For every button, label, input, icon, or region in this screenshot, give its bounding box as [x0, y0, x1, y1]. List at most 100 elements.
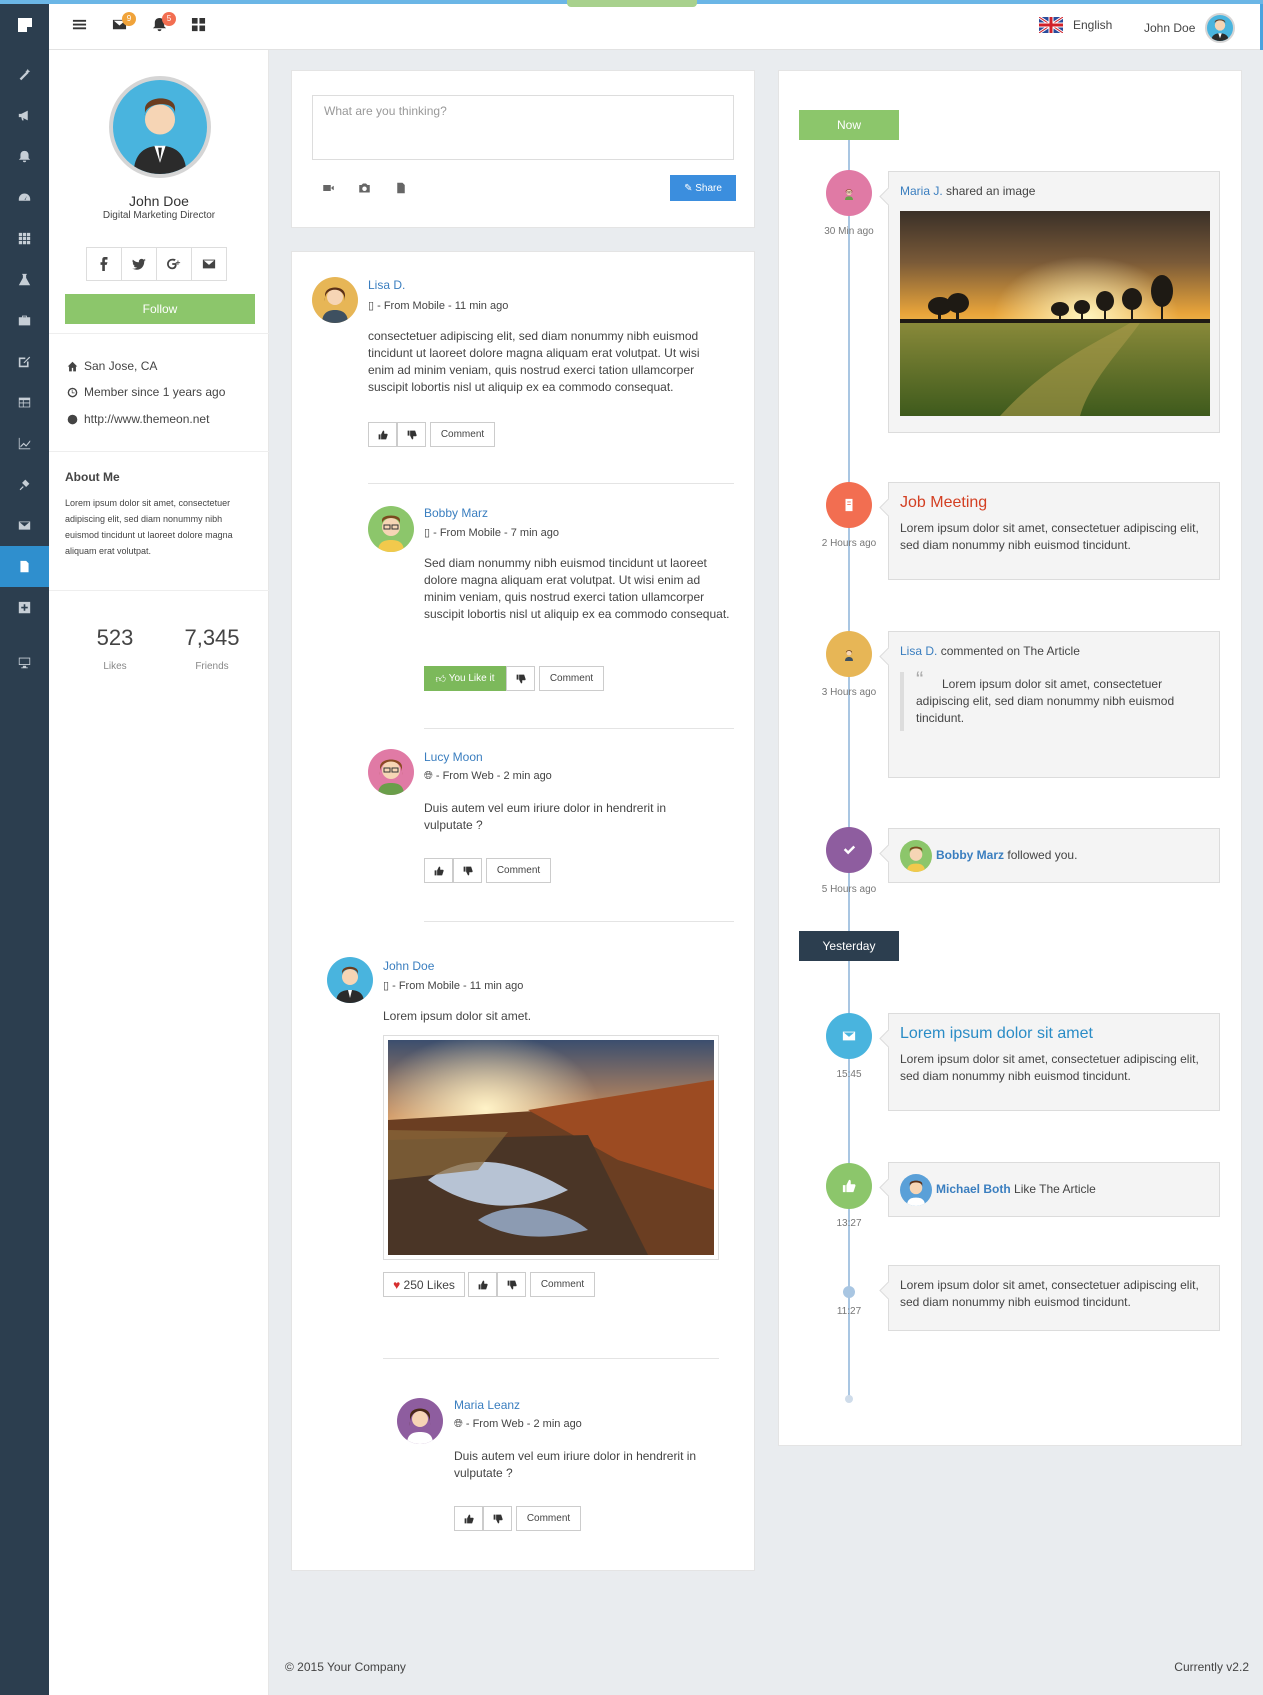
- chart-icon[interactable]: [0, 423, 49, 464]
- header-avatar[interactable]: [1205, 13, 1236, 43]
- flask-icon[interactable]: [0, 259, 49, 300]
- timeline-time: 2 Hours ago: [821, 538, 877, 549]
- timeline-avatar: [826, 170, 872, 216]
- shared-image[interactable]: [900, 211, 1210, 416]
- avatar: [368, 749, 414, 795]
- avatar: [109, 76, 211, 178]
- like-button[interactable]: [454, 1506, 483, 1531]
- email-icon[interactable]: [191, 247, 227, 281]
- post-image[interactable]: [383, 1035, 719, 1260]
- dislike-button[interactable]: [453, 858, 482, 883]
- follow-button[interactable]: Follow: [65, 294, 255, 324]
- grid-icon[interactable]: [0, 218, 49, 259]
- dislike-button[interactable]: [397, 422, 426, 447]
- dislike-button[interactable]: [483, 1506, 512, 1531]
- timeline-time: 13:27: [836, 1218, 862, 1229]
- post-author[interactable]: Bobby Marz: [424, 506, 488, 520]
- post-meta: ▯ - From Mobile - 7 min ago: [424, 527, 560, 539]
- comment-button[interactable]: Comment: [486, 858, 551, 883]
- comment-button[interactable]: Comment: [539, 666, 604, 691]
- dislike-button[interactable]: [497, 1272, 526, 1297]
- mobile-icon: ▯: [383, 980, 393, 992]
- twitter-icon[interactable]: [121, 247, 157, 281]
- post-actions: Comment: [424, 858, 551, 883]
- dashboard-icon[interactable]: [0, 177, 49, 218]
- briefcase-icon[interactable]: [0, 300, 49, 341]
- timeline-quote: “ Lorem ipsum dolor sit amet, consectetu…: [900, 669, 1208, 731]
- timeline-end-dot: [845, 1395, 853, 1403]
- timeline-card-title: Lorem ipsum dolor sit amet: [900, 1025, 1093, 1042]
- apps-grid-icon[interactable]: [191, 17, 209, 35]
- timeline-card-text: Lorem ipsum dolor sit amet, consectetuer…: [900, 1052, 1199, 1083]
- thumbs-down-icon: [407, 430, 417, 439]
- timeline-card-text: Lorem ipsum dolor sit amet, consectetuer…: [900, 521, 1199, 552]
- edit-icon[interactable]: [0, 341, 49, 382]
- thumbs-up-icon: [826, 1163, 872, 1209]
- post-author[interactable]: Lisa D.: [368, 278, 405, 292]
- thumbs-up-icon: [464, 1514, 474, 1523]
- social-links: [86, 247, 227, 281]
- camera-icon[interactable]: [358, 182, 371, 197]
- divider: [424, 728, 734, 729]
- post-author[interactable]: Maria Leanz: [454, 1398, 520, 1412]
- user-menu[interactable]: John Doe: [1144, 13, 1236, 43]
- mail-icon: [826, 1013, 872, 1059]
- bell-icon[interactable]: [0, 136, 49, 177]
- globe-icon: 🌐︎: [454, 1418, 466, 1430]
- plug-icon[interactable]: [0, 464, 49, 505]
- website-info[interactable]: http://www.themeon.net: [67, 412, 209, 426]
- dislike-button[interactable]: [506, 666, 535, 691]
- video-icon[interactable]: [322, 182, 335, 197]
- timeline-card: Lisa D. commented on The Article “ Lorem…: [888, 631, 1220, 778]
- like-button[interactable]: [468, 1272, 497, 1297]
- divider: [368, 483, 734, 484]
- bell-notification-icon[interactable]: 5: [152, 12, 176, 35]
- posts-panel: Lisa D. ▯ - From Mobile - 11 min ago con…: [291, 251, 755, 1571]
- mail-icon[interactable]: [0, 505, 49, 546]
- post-meta: ▯ - From Mobile - 11 min ago: [383, 980, 524, 992]
- google-plus-icon[interactable]: [156, 247, 192, 281]
- language-selector[interactable]: English: [1039, 17, 1112, 33]
- timeline-small-dot: [843, 1286, 855, 1298]
- like-button[interactable]: [424, 858, 453, 883]
- share-button[interactable]: ✎ Share: [670, 175, 736, 201]
- divider: [49, 590, 269, 591]
- post-author[interactable]: Lucy Moon: [424, 750, 483, 764]
- timeline-card-text: Lorem ipsum dolor sit amet, consectetuer…: [900, 1278, 1199, 1309]
- likes-stat: 523 Likes: [96, 625, 134, 672]
- avatar: [327, 957, 373, 1003]
- bullhorn-icon[interactable]: [0, 95, 49, 136]
- timeline-card: Job Meeting Lorem ipsum dolor sit amet, …: [888, 482, 1220, 580]
- comment-button[interactable]: Comment: [430, 422, 495, 447]
- menu-icon[interactable]: [72, 17, 90, 35]
- status-textarea[interactable]: What are you thinking?: [312, 95, 734, 160]
- likes-count-button[interactable]: ♥ 250 Likes: [383, 1272, 465, 1297]
- language-label: English: [1073, 18, 1113, 32]
- avatar: [900, 1173, 932, 1206]
- post-text: Duis autem vel eum iriure dolor in hendr…: [424, 801, 667, 832]
- comment-button[interactable]: Comment: [530, 1272, 595, 1297]
- timeline-card: Lorem ipsum dolor sit amet, consectetuer…: [888, 1265, 1220, 1331]
- comment-button[interactable]: Comment: [516, 1506, 581, 1531]
- document-icon: [826, 482, 872, 528]
- logo-icon[interactable]: [0, 0, 49, 50]
- home-icon: [67, 361, 78, 371]
- post-meta: ▯ - From Mobile - 11 min ago: [368, 300, 509, 312]
- timeline-card-title: Job Meeting: [900, 494, 988, 511]
- now-label: Now: [799, 110, 899, 140]
- like-button[interactable]: [368, 422, 397, 447]
- plus-square-icon[interactable]: [0, 587, 49, 628]
- post-author[interactable]: John Doe: [383, 959, 434, 973]
- file-icon[interactable]: [0, 546, 49, 587]
- mail-notification-icon[interactable]: 9: [112, 12, 136, 35]
- monitor-icon[interactable]: [0, 642, 49, 683]
- timeline-card-header: Maria J. shared an image: [900, 184, 1036, 198]
- liked-button[interactable]: 👍︎ You Like it: [424, 666, 506, 691]
- document-icon[interactable]: [395, 182, 407, 197]
- pencil-icon: ✎: [684, 182, 696, 194]
- timeline-card: Lorem ipsum dolor sit amet Lorem ipsum d…: [888, 1013, 1220, 1111]
- divider: [49, 451, 269, 452]
- magic-icon[interactable]: [0, 54, 49, 95]
- facebook-icon[interactable]: [86, 247, 122, 281]
- table-icon[interactable]: [0, 382, 49, 423]
